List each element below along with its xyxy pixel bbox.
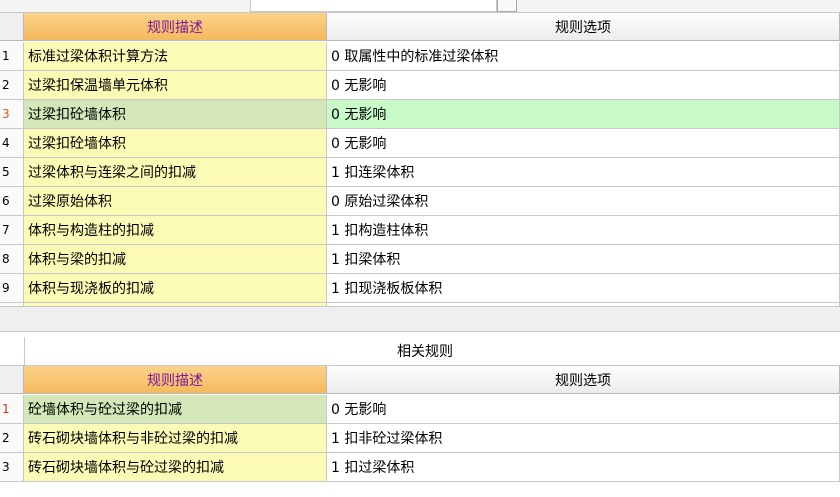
top-toolbar-strip <box>0 0 840 13</box>
table-row[interactable]: 3 砖石砌块墙体积与砼过梁的扣减 1 扣过梁体积 <box>0 453 840 482</box>
table-row[interactable]: 5 过梁体积与连梁之间的扣减 1 扣连梁体积 <box>0 158 840 187</box>
rule-options-header[interactable]: 规则选项 <box>327 13 840 41</box>
top-field[interactable] <box>250 0 497 12</box>
rule-option-cell[interactable]: 0 原始过梁体积 <box>327 187 840 216</box>
rule-option-cell[interactable]: 0 无影响 <box>327 395 840 424</box>
table-row[interactable]: 1 标准过梁体积计算方法 0 取属性中的标准过梁体积 <box>0 42 840 71</box>
row-index: 8 <box>0 245 24 274</box>
rule-option-cell[interactable]: 0 取属性中的标准过梁体积 <box>327 42 840 71</box>
rule-description-cell[interactable]: 砼墙体积与砼过梁的扣减 <box>24 395 327 424</box>
index-column-header <box>0 366 24 394</box>
row-index: 3 <box>0 453 24 482</box>
row-index: 6 <box>0 187 24 216</box>
row-index: 7 <box>0 216 24 245</box>
index-column-header <box>0 13 24 41</box>
related-rules-title-bar: 相关规则 <box>0 337 840 366</box>
rule-option-cell[interactable]: 1 扣构造柱体积 <box>327 216 840 245</box>
rule-option-cell[interactable]: 0 无影响 <box>327 71 840 100</box>
rule-description-cell[interactable]: 体积与现浇板的扣减 <box>24 274 327 303</box>
rule-description-cell[interactable]: 过梁扣砼墙体积 <box>24 129 327 158</box>
rule-description-cell[interactable]: 过梁扣砼墙体积 <box>24 100 327 129</box>
rule-description-cell[interactable]: 砖石砌块墙体积与砼过梁的扣减 <box>24 453 327 482</box>
rule-option-cell[interactable]: 1 扣梁体积 <box>327 245 840 274</box>
rule-option-cell[interactable]: 1 扣非砼过梁体积 <box>327 424 840 453</box>
rule-option-cell[interactable]: 1 扣连梁体积 <box>327 158 840 187</box>
row-index: 3 <box>0 100 24 129</box>
related-rules-title: 相关规则 <box>397 344 453 360</box>
panel-splitter[interactable] <box>0 306 840 332</box>
row-index: 1 <box>0 42 24 71</box>
table-row[interactable]: 8 体积与梁的扣减 1 扣梁体积 <box>0 245 840 274</box>
rule-description-cell[interactable]: 体积与梁的扣减 <box>24 245 327 274</box>
row-index: 1 <box>0 395 24 424</box>
row-index: 2 <box>0 424 24 453</box>
table-row[interactable]: 9 体积与现浇板的扣减 1 扣现浇板板体积 <box>0 274 840 303</box>
rule-description-cell[interactable]: 过梁扣保温墙单元体积 <box>24 71 327 100</box>
row-index: 2 <box>0 71 24 100</box>
rule-option-cell[interactable]: 1 扣过梁体积 <box>327 453 840 482</box>
index-column-pad <box>0 337 25 365</box>
row-index: 5 <box>0 158 24 187</box>
rule-description-cell[interactable]: 过梁体积与连梁之间的扣减 <box>24 158 327 187</box>
table-row[interactable]: 2 过梁扣保温墙单元体积 0 无影响 <box>0 71 840 100</box>
rule-option-cell[interactable]: 0 无影响 <box>327 129 840 158</box>
rule-description-header[interactable]: 规则描述 <box>24 366 327 394</box>
rule-description-cell[interactable]: 砖石砌块墙体积与非砼过梁的扣减 <box>24 424 327 453</box>
rule-description-header[interactable]: 规则描述 <box>24 13 327 41</box>
rule-description-cell[interactable]: 标准过梁体积计算方法 <box>24 42 327 71</box>
row-index: 4 <box>0 129 24 158</box>
table-row[interactable]: 7 体积与构造柱的扣减 1 扣构造柱体积 <box>0 216 840 245</box>
row-index: 9 <box>0 274 24 303</box>
top-dropdown-button[interactable] <box>497 0 517 12</box>
rule-option-cell[interactable]: 0 无影响 <box>327 100 840 129</box>
table-row[interactable]: 6 过梁原始体积 0 原始过梁体积 <box>0 187 840 216</box>
table-row[interactable]: 4 过梁扣砼墙体积 0 无影响 <box>0 129 840 158</box>
rule-description-cell[interactable]: 体积与构造柱的扣减 <box>24 216 327 245</box>
rule-options-header[interactable]: 规则选项 <box>327 366 840 394</box>
table-row[interactable]: 2 砖石砌块墙体积与非砼过梁的扣减 1 扣非砼过梁体积 <box>0 424 840 453</box>
rule-description-cell[interactable]: 过梁原始体积 <box>24 187 327 216</box>
rule-option-cell[interactable]: 1 扣现浇板板体积 <box>327 274 840 303</box>
table-row-selected[interactable]: 1 砼墙体积与砼过梁的扣减 0 无影响 <box>0 395 840 424</box>
table-row-selected[interactable]: 3 过梁扣砼墙体积 0 无影响 <box>0 100 840 129</box>
